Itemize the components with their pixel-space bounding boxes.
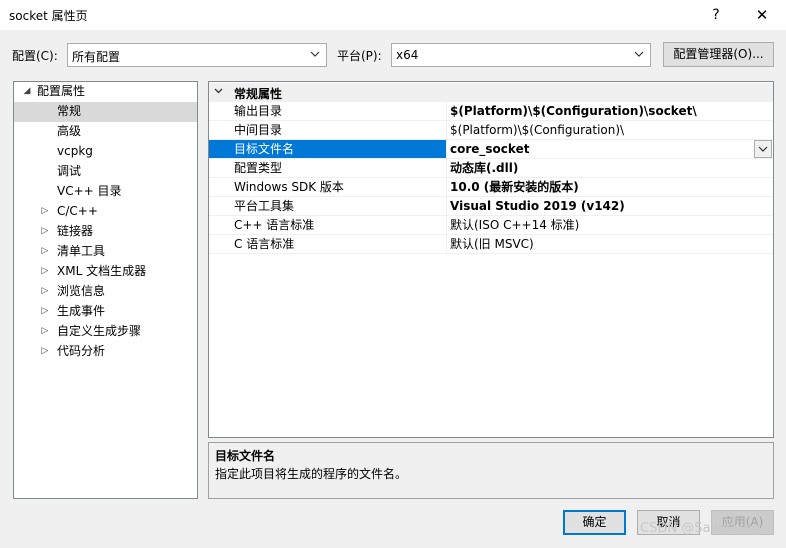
title-bar: socket 属性页 ? ✕ [0, 0, 786, 30]
tree-item-label: VC++ 目录 [57, 184, 122, 198]
expand-triangle-icon[interactable]: ▷ [40, 262, 50, 282]
property-row[interactable]: 中间目录 $(Platform)\$(Configuration)\ [209, 121, 773, 140]
category-row[interactable]: 常规属性 [209, 83, 773, 102]
property-value[interactable]: 默认(ISO C++14 标准) [447, 216, 773, 234]
config-label: 配置(C): [12, 49, 58, 63]
property-name[interactable]: Windows SDK 版本 [209, 178, 447, 196]
property-row[interactable]: 输出目录 $(Platform)\$(Configuration)\socket\ [209, 102, 773, 121]
platform-label: 平台(P): [337, 49, 382, 63]
collapse-chevron-icon[interactable] [214, 86, 223, 98]
expand-triangle-icon[interactable]: ▷ [40, 282, 50, 302]
property-name[interactable]: 目标文件名 [209, 140, 447, 158]
value-dropdown-button[interactable] [754, 140, 772, 158]
expand-triangle-icon[interactable]: ▷ [40, 202, 50, 222]
tree-item-label: XML 文档生成器 [57, 264, 147, 278]
property-value[interactable]: 动态库(.dll) [447, 159, 773, 177]
property-row[interactable]: 目标文件名 core_socket [209, 140, 773, 159]
tree-item[interactable]: ▷ 生成事件 [14, 302, 197, 322]
property-name[interactable]: 配置类型 [209, 159, 447, 177]
description-title: 目标文件名 [215, 449, 276, 463]
expand-triangle-icon[interactable]: ▷ [40, 342, 50, 362]
property-value[interactable]: $(Platform)\$(Configuration)\ [447, 121, 773, 139]
tree-item[interactable]: VC++ 目录 [14, 182, 197, 202]
chevron-down-icon [634, 51, 644, 57]
watermark: CSDN @SailorXing [640, 521, 760, 536]
property-value[interactable]: core_socket [447, 140, 773, 158]
property-tree: ◢ 配置属性 常规高级 vcpkg 调试 VC++ 目录 ▷ C/C++ ▷ 链接器 ▷ 清单工具… [13, 81, 198, 499]
collapse-triangle-icon[interactable]: ◢ [22, 82, 32, 102]
property-name[interactable]: 平台工具集 [209, 197, 447, 215]
property-row[interactable]: C 语言标准 默认(旧 MSVC) [209, 235, 773, 254]
tree-item-label: 高级 [57, 124, 82, 138]
tree-item-label: 代码分析 [57, 344, 106, 358]
tree-item-label: 调试 [57, 164, 82, 178]
chevron-down-icon [310, 51, 320, 57]
description-panel: 目标文件名 指定此项目将生成的程序的文件名。 [208, 442, 774, 499]
expand-triangle-icon[interactable]: ▷ [40, 222, 50, 242]
tree-item[interactable]: ▷ C/C++ [14, 202, 197, 222]
tree-item[interactable]: ▷ 自定义生成步骤 [14, 322, 197, 342]
tree-item[interactable]: vcpkg [14, 142, 197, 162]
description-text: 指定此项目将生成的程序的文件名。 [215, 467, 408, 481]
property-name[interactable]: 中间目录 [209, 121, 447, 139]
tree-item-label: 浏览信息 [57, 284, 106, 298]
tree-item-label: 生成事件 [57, 304, 106, 318]
tree-item-label: C/C++ [57, 204, 98, 218]
tree-item-label: 自定义生成步骤 [57, 324, 142, 338]
property-value[interactable]: 10.0 (最新安装的版本) [447, 178, 773, 196]
property-value[interactable]: 默认(旧 MSVC) [447, 235, 773, 253]
property-value[interactable]: Visual Studio 2019 (v142) [447, 197, 773, 215]
config-manager-button[interactable]: 配置管理器(O)... [663, 42, 774, 67]
tree-item[interactable]: 常规 [14, 102, 197, 122]
expand-triangle-icon[interactable]: ▷ [40, 302, 50, 322]
property-name[interactable]: C++ 语言标准 [209, 216, 447, 234]
help-button[interactable]: ? [694, 0, 738, 30]
tree-item[interactable]: 调试 [14, 162, 197, 182]
property-value[interactable]: $(Platform)\$(Configuration)\socket\ [447, 102, 773, 120]
property-row[interactable]: 配置类型 动态库(.dll) [209, 159, 773, 178]
tree-root-label: 配置属性 [37, 84, 86, 98]
property-row[interactable]: 平台工具集 Visual Studio 2019 (v142) [209, 197, 773, 216]
chevron-down-icon [758, 146, 768, 152]
close-button[interactable]: ✕ [740, 0, 784, 30]
expand-triangle-icon[interactable]: ▷ [40, 322, 50, 342]
tree-item[interactable]: ▷ 代码分析 [14, 342, 197, 362]
tree-item-label: 链接器 [57, 224, 94, 238]
ok-button[interactable]: 确定 [563, 510, 626, 535]
tree-item-label: vcpkg [57, 144, 93, 158]
tree-root[interactable]: ◢ 配置属性 [14, 82, 197, 102]
platform-value: x64 [396, 48, 419, 62]
property-name[interactable]: C 语言标准 [209, 235, 447, 253]
tree-item[interactable]: ▷ 链接器 [14, 222, 197, 242]
property-grid: 常规属性 输出目录 $(Platform)\$(Configuration)\so… [208, 81, 774, 438]
tree-item-label: 常规 [57, 104, 82, 118]
platform-dropdown[interactable]: x64 [391, 43, 651, 67]
tree-item-label: 清单工具 [57, 244, 106, 258]
property-row[interactable]: Windows SDK 版本 10.0 (最新安装的版本) [209, 178, 773, 197]
config-value: 所有配置 [72, 50, 121, 64]
tree-item[interactable]: 高级 [14, 122, 197, 142]
tree-item[interactable]: ▷ 清单工具 [14, 242, 197, 262]
tree-item[interactable]: ▷ XML 文档生成器 [14, 262, 197, 282]
tree-item[interactable]: ▷ 浏览信息 [14, 282, 197, 302]
category-label: 常规属性 [234, 87, 283, 101]
config-dropdown[interactable]: 所有配置 [67, 43, 327, 67]
expand-triangle-icon[interactable]: ▷ [40, 242, 50, 262]
property-row[interactable]: C++ 语言标准 默认(ISO C++14 标准) [209, 216, 773, 235]
window-title: socket 属性页 [9, 9, 88, 23]
property-name[interactable]: 输出目录 [209, 102, 447, 120]
